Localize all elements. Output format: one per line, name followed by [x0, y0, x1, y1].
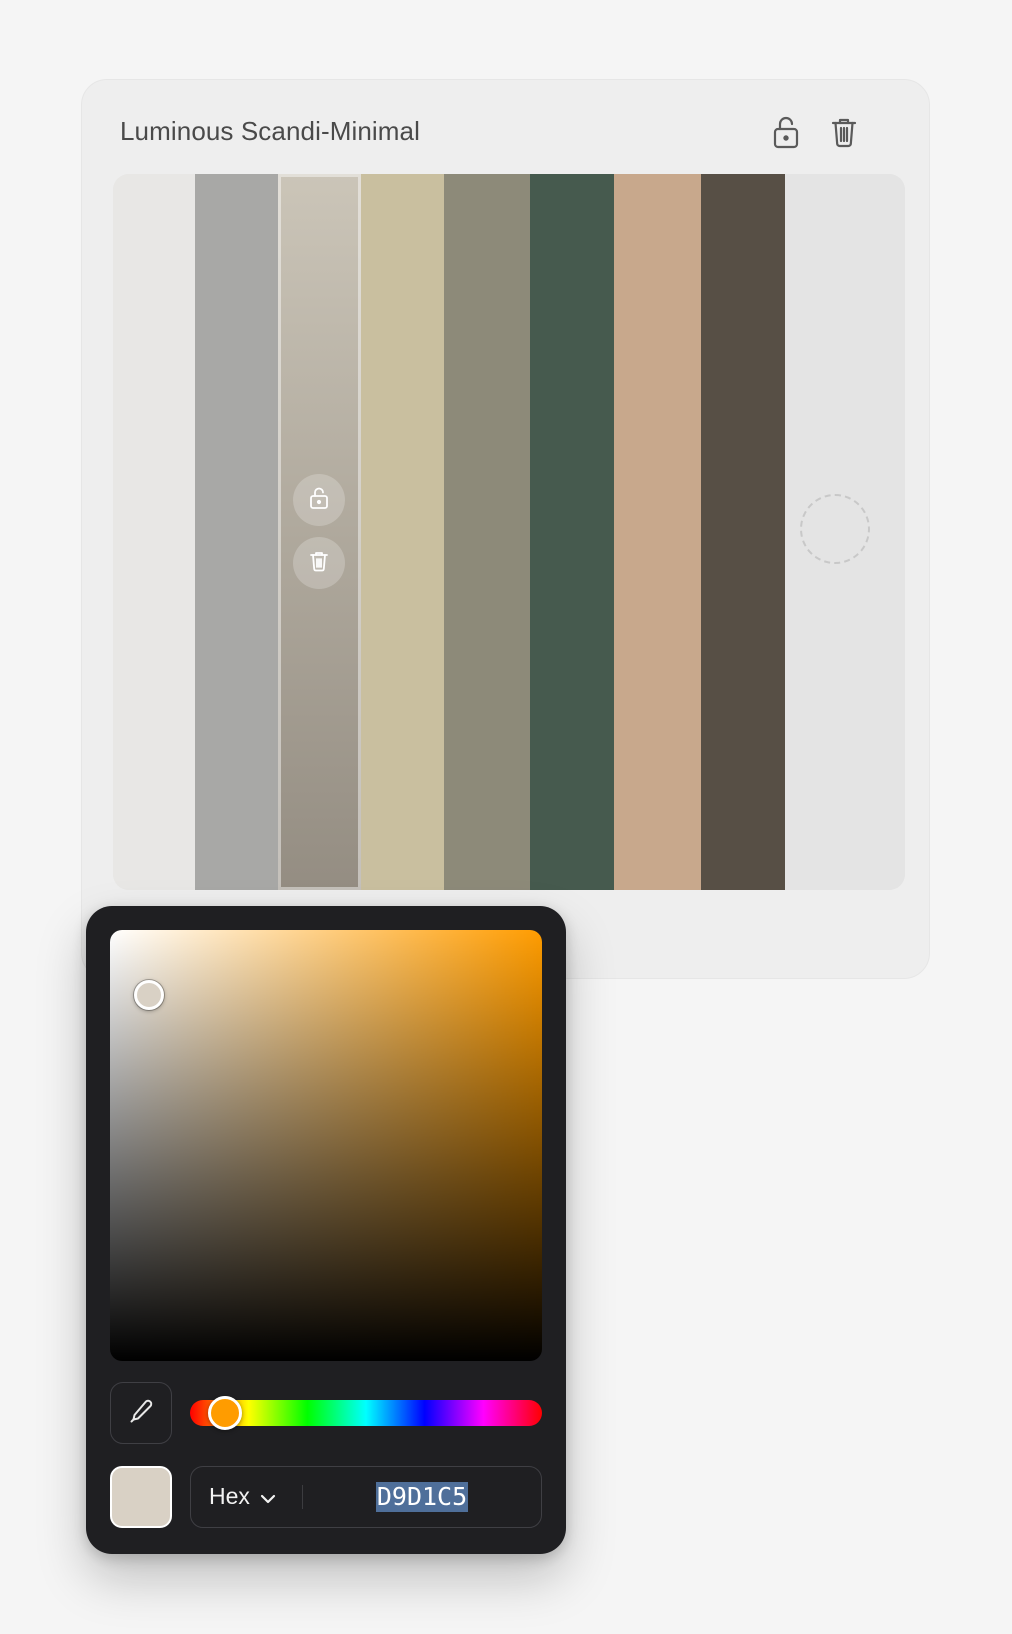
swatch-delete-button[interactable] — [293, 537, 345, 589]
color-swatch[interactable] — [530, 174, 614, 890]
color-swatch[interactable] — [701, 174, 785, 890]
palette-swatches — [113, 174, 905, 890]
eyedropper-icon — [127, 1397, 155, 1430]
trash-icon — [309, 550, 329, 577]
chevron-down-icon — [260, 1483, 276, 1510]
lock-palette-button[interactable] — [769, 116, 803, 152]
input-divider — [302, 1485, 303, 1509]
format-select[interactable]: Hex — [209, 1467, 276, 1526]
add-color-slot — [785, 174, 905, 890]
color-preview — [110, 1466, 172, 1528]
color-swatch[interactable] — [444, 174, 530, 890]
color-swatch[interactable] — [195, 174, 278, 890]
hex-input[interactable]: D9D1C5 — [315, 1467, 529, 1526]
hue-handle[interactable] — [208, 1396, 243, 1430]
trash-icon — [830, 116, 858, 153]
lock-open-icon — [309, 486, 329, 515]
eyedropper-button[interactable] — [110, 1382, 172, 1444]
swatch-lock-button[interactable] — [293, 474, 345, 526]
color-swatch[interactable] — [614, 174, 701, 890]
delete-palette-button[interactable] — [827, 116, 861, 152]
palette-card: Luminous Scandi-Minimal — [81, 79, 930, 979]
lock-open-icon — [772, 115, 800, 154]
color-swatch[interactable] — [361, 174, 444, 890]
palette-title: Luminous Scandi-Minimal — [120, 116, 420, 146]
saturation-handle[interactable] — [133, 979, 164, 1010]
color-picker-popover: Hex D9D1C5 — [86, 906, 566, 1554]
hue-slider[interactable] — [190, 1396, 542, 1430]
color-swatch[interactable] — [113, 174, 195, 890]
saturation-brightness-area[interactable] — [110, 930, 542, 1361]
color-swatch-selected[interactable] — [278, 174, 361, 890]
color-input-group: Hex D9D1C5 — [190, 1466, 542, 1528]
hex-value: D9D1C5 — [375, 1481, 469, 1512]
add-color-button[interactable] — [800, 494, 870, 564]
format-label: Hex — [209, 1483, 250, 1509]
